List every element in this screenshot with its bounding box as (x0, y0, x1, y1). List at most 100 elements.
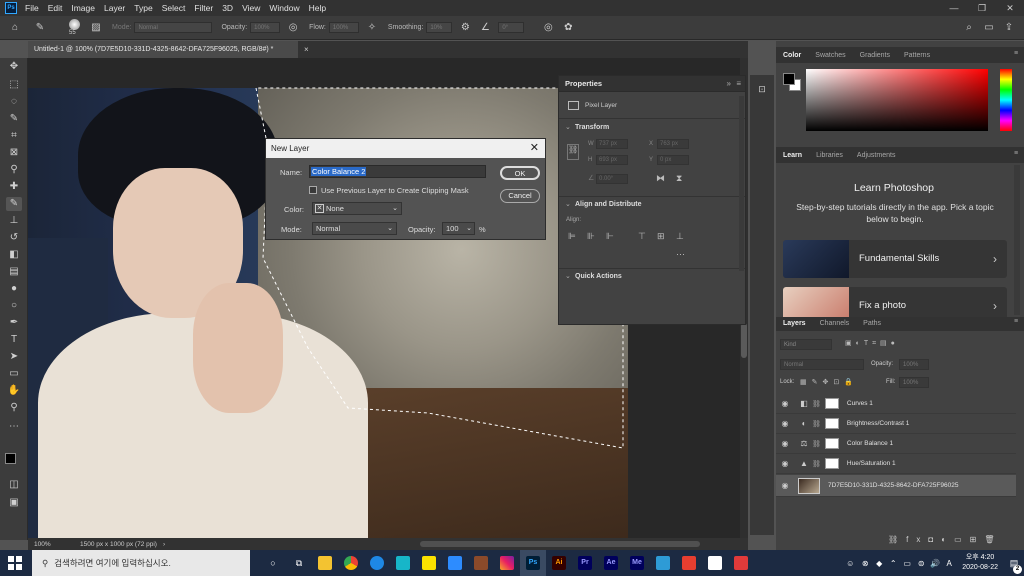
tab-close-icon[interactable]: × (304, 41, 309, 58)
media-encoder-taskbar-icon[interactable]: Me (624, 550, 650, 576)
chain-icon[interactable]: ⛓ (812, 400, 821, 408)
dodge-tool-icon[interactable]: ○ (6, 299, 22, 313)
zoom-app-icon[interactable] (442, 550, 468, 576)
align-top-icon[interactable]: ⊤ (638, 231, 646, 242)
add-mask-icon[interactable]: ◘ (928, 535, 941, 544)
layer-mask-thumb[interactable] (824, 438, 839, 449)
taskbar-search-input[interactable]: ⚲ 검색하려면 여기에 입력하십시오. (32, 550, 250, 576)
tray-app-icon[interactable]: ⊗ (858, 550, 872, 576)
share-icon[interactable]: ⇪ (1002, 21, 1016, 35)
rectangle-tool-icon[interactable]: ▭ (6, 367, 22, 381)
healing-brush-icon[interactable]: ✚ (6, 180, 22, 194)
fill-input[interactable]: 100% (899, 377, 929, 388)
menu-select[interactable]: Select (162, 3, 186, 13)
photoshop-taskbar-icon[interactable]: Ps (520, 550, 546, 576)
eraser-icon[interactable]: ◧ (6, 248, 22, 262)
properties-scrollbar[interactable] (739, 96, 744, 271)
lock-icons[interactable]: ▦✎✥⊡🔒 (800, 378, 858, 386)
premiere-taskbar-icon[interactable]: Pr (572, 550, 598, 576)
network-icon[interactable]: ⊜ (914, 550, 928, 576)
more-tools-icon[interactable]: ⋯ (6, 420, 22, 434)
after-effects-taskbar-icon[interactable]: Ae (598, 550, 624, 576)
brush-settings-icon[interactable]: ▨ (89, 21, 103, 35)
panel-menu-icon[interactable]: ≡ (1014, 150, 1018, 157)
trash-icon[interactable]: 🗑 (984, 535, 1002, 544)
photoshop-logo-icon[interactable]: Ps (5, 2, 17, 14)
align-right-icon[interactable]: ⊩ (606, 231, 614, 242)
angle-input[interactable]: 0° (498, 22, 525, 33)
color-picker-field[interactable] (806, 69, 988, 131)
menu-filter[interactable]: Filter (194, 3, 213, 13)
brush-tool-icon[interactable]: ✎ (33, 21, 47, 35)
tab-libraries[interactable]: Libraries (809, 152, 850, 159)
bird-app-icon[interactable] (390, 550, 416, 576)
ok-button[interactable]: OK (500, 166, 540, 180)
blend-mode-select[interactable]: Normal (780, 359, 864, 370)
clipping-mask-checkbox[interactable] (309, 186, 317, 194)
layer-mask-thumb[interactable] (824, 458, 839, 469)
opacity-input[interactable]: 100 ⌄ (442, 222, 475, 235)
quick-select-icon[interactable]: ✎ (6, 112, 22, 126)
tab-adjustments[interactable]: Adjustments (850, 152, 903, 159)
minimize-button[interactable]: — (940, 0, 968, 16)
close-icon[interactable]: ✕ (530, 139, 539, 158)
layer-opacity-input[interactable]: 100% (899, 359, 929, 370)
eye-icon[interactable]: ◉ (776, 459, 794, 468)
menu-help[interactable]: Help (309, 3, 326, 13)
hue-slider[interactable] (1000, 69, 1012, 131)
menu-type[interactable]: Type (134, 3, 152, 13)
gear-icon[interactable]: ⚙ (458, 21, 472, 35)
menu-window[interactable]: Window (269, 3, 299, 13)
layer-mask-thumb[interactable] (824, 418, 839, 429)
layer-row-selected[interactable]: ◉ 7D7E5D10-331D-4325-8642-DFA725F96025 (776, 475, 1016, 497)
tab-paths[interactable]: Paths (856, 320, 888, 327)
search-icon[interactable]: ⌕ (962, 21, 976, 35)
chevron-down-icon[interactable]: ⌄ (466, 223, 472, 234)
menu-layer[interactable]: Layer (104, 3, 125, 13)
close-window-button[interactable]: ✕ (996, 0, 1024, 16)
y-input[interactable]: 0 px (657, 155, 689, 165)
flow-input[interactable]: 100% (328, 22, 359, 33)
layer-filter-icons[interactable]: ▣◐T⌗▤● (845, 339, 899, 348)
game-app-icon[interactable] (468, 550, 494, 576)
windows-start-icon[interactable] (8, 556, 22, 570)
panel-menu-icon[interactable]: ≡ (1014, 50, 1018, 57)
hand-tool-icon[interactable]: ✋ (6, 384, 22, 398)
tab-learn[interactable]: Learn (776, 152, 809, 159)
learn-card-fundamental[interactable]: Fundamental Skills › (783, 240, 1007, 278)
ime-icon[interactable]: A (942, 550, 956, 576)
scrollbar-thumb[interactable] (741, 323, 747, 358)
file-explorer-icon[interactable] (312, 550, 338, 576)
app-icon[interactable] (702, 550, 728, 576)
name-input[interactable]: Color Balance 2 (309, 165, 486, 178)
new-adjustment-icon[interactable]: ◐ (941, 535, 954, 544)
layer-thumbnail[interactable] (798, 477, 820, 494)
app-icon[interactable] (650, 550, 676, 576)
align-middle-icon[interactable]: ⊞ (657, 231, 665, 242)
brush-preset-picker[interactable]: 55 (64, 18, 86, 38)
link-layers-icon[interactable]: ⛓ (888, 535, 906, 544)
tab-channels[interactable]: Channels (813, 320, 857, 327)
x-input[interactable]: 763 px (657, 139, 689, 149)
app-icon[interactable] (728, 550, 754, 576)
layer-filter-kind[interactable]: Kind (780, 339, 832, 350)
align-left-icon[interactable]: ⊫ (568, 231, 576, 242)
marquee-tool-icon[interactable]: ⬚ (6, 78, 22, 92)
fx-button[interactable]: fx (906, 535, 928, 544)
blur-tool-icon[interactable]: ● (6, 282, 22, 296)
illustrator-taskbar-icon[interactable]: Ai (546, 550, 572, 576)
quick-mask-icon[interactable]: ◫ (6, 478, 22, 492)
zoom-tool-icon[interactable]: ⚲ (6, 401, 22, 415)
tray-people-icon[interactable]: ☺ (842, 550, 858, 576)
layer-mask-thumb[interactable] (824, 398, 839, 409)
eye-icon[interactable]: ◉ (776, 419, 794, 428)
eye-icon[interactable]: ◉ (776, 439, 794, 448)
panel-menu-icon[interactable]: ≡ (736, 79, 741, 88)
properties-title[interactable]: Properties (559, 76, 745, 92)
move-tool-icon[interactable]: ✥ (6, 60, 22, 74)
instagram-icon[interactable] (494, 550, 520, 576)
link-icon[interactable]: ⛓ (567, 144, 579, 160)
layer-row[interactable]: ◉ ◐ ⛓ Brightness/Contrast 1 (776, 414, 1016, 434)
clone-stamp-icon[interactable]: ⊥ (6, 214, 22, 228)
panel-menu-icon[interactable]: ≡ (1014, 318, 1018, 325)
